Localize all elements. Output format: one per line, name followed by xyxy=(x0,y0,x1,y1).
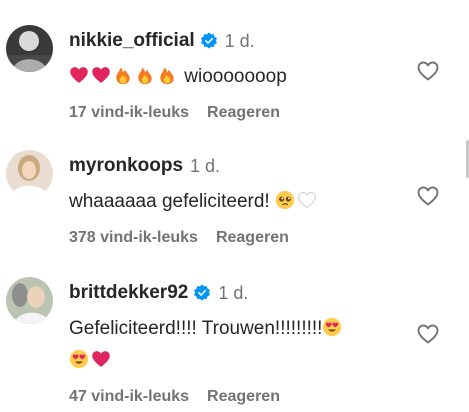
comment-header: nikkie_official 1 d. xyxy=(69,29,399,53)
comment-header: brittdekker92 1 d. xyxy=(69,281,399,305)
heart-eyes-face-icon xyxy=(69,349,89,369)
comment-header: myronkoops 1 d. xyxy=(69,154,399,178)
red-heart-icon xyxy=(91,349,111,369)
fire-icon xyxy=(135,65,155,85)
white-heart-icon xyxy=(297,190,317,210)
comment-meta: 378 vind-ik-leuks Reageren xyxy=(69,228,399,248)
reply-button[interactable]: Reageren xyxy=(216,229,289,247)
timestamp[interactable]: 1 d. xyxy=(190,156,220,177)
fire-icon xyxy=(157,65,177,85)
comment-meta: 17 vind-ik-leuks Reageren xyxy=(69,103,399,123)
reply-button[interactable]: Reageren xyxy=(207,104,280,122)
comment-meta: 47 vind-ik-leuks Reageren xyxy=(69,387,399,407)
username[interactable]: myronkoops xyxy=(69,155,183,177)
likes-count[interactable]: 47 vind-ik-leuks xyxy=(69,388,189,406)
red-heart-icon xyxy=(69,65,89,85)
comment-body: myronkoops 1 d. whaaaaaa gefeliciteerd! xyxy=(69,154,399,248)
comment-text: Gefeliciteerd!!!! Trouwen!!!!!!!!! xyxy=(69,313,399,377)
pleading-face-icon xyxy=(275,190,295,210)
comment-text-body: wiooooooop xyxy=(184,66,287,87)
avatar[interactable] xyxy=(6,277,53,324)
verified-badge-icon xyxy=(200,32,218,50)
comment-text: whaaaaaa gefeliciteerd! xyxy=(69,186,399,218)
username[interactable]: brittdekker92 xyxy=(69,282,188,304)
comment-text-body: Gefeliciteerd!!!! Trouwen!!!!!!!!! xyxy=(69,318,323,339)
username[interactable]: nikkie_official xyxy=(69,30,195,52)
fire-icon xyxy=(113,65,133,85)
like-heart-icon[interactable] xyxy=(416,322,440,346)
timestamp[interactable]: 1 d. xyxy=(218,283,248,304)
comment-body: brittdekker92 1 d. Gefeliciteerd!!!! Tro… xyxy=(69,281,399,407)
red-heart-icon xyxy=(91,65,111,85)
comment-body: nikkie_official 1 d. wiooooooop 17 vind-… xyxy=(69,29,399,123)
heart-eyes-face-icon xyxy=(322,317,342,337)
avatar[interactable] xyxy=(6,150,53,197)
comment-text-body: whaaaaaa gefeliciteerd! xyxy=(69,191,270,212)
timestamp[interactable]: 1 d. xyxy=(225,31,255,52)
verified-badge-icon xyxy=(193,284,211,302)
likes-count[interactable]: 17 vind-ik-leuks xyxy=(69,104,189,122)
like-heart-icon[interactable] xyxy=(416,184,440,208)
comments-list: nikkie_official 1 d. wiooooooop 17 vind-… xyxy=(0,0,469,412)
likes-count[interactable]: 378 vind-ik-leuks xyxy=(69,229,198,247)
comment-text: wiooooooop xyxy=(69,61,399,93)
avatar[interactable] xyxy=(6,25,53,72)
like-heart-icon[interactable] xyxy=(416,59,440,83)
reply-button[interactable]: Reageren xyxy=(207,388,280,406)
